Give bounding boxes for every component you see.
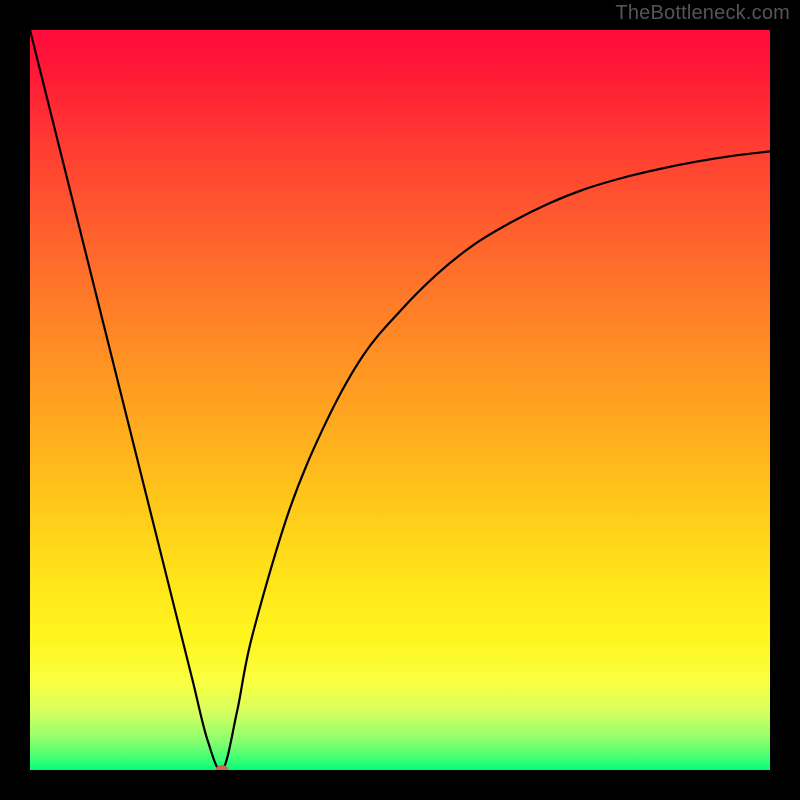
bottleneck-curve-path: [30, 30, 770, 770]
watermark-text: TheBottleneck.com: [615, 2, 790, 25]
plot-area: [30, 30, 770, 770]
optimum-marker: [216, 765, 229, 770]
curve-svg: [30, 30, 770, 770]
chart-frame: TheBottleneck.com: [0, 0, 800, 800]
